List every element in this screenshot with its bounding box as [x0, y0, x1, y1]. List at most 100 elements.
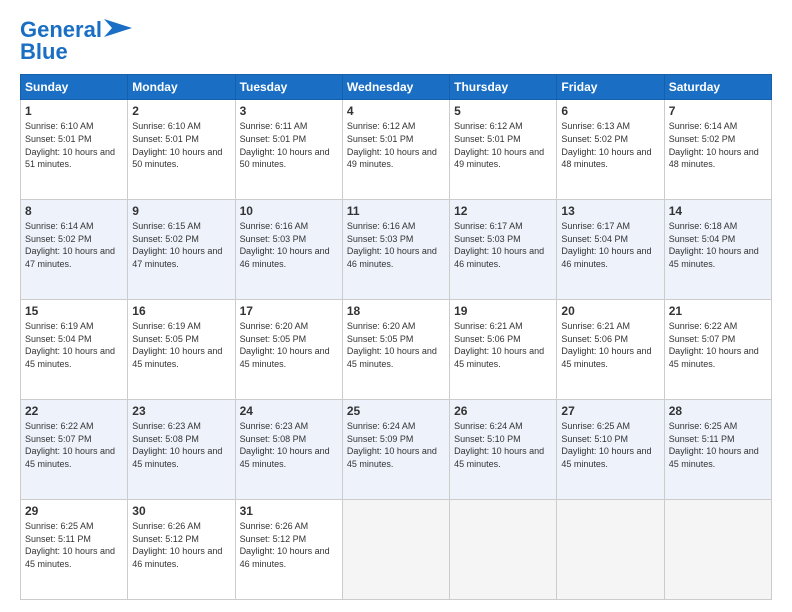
calendar-cell: 23 Sunrise: 6:23 AMSunset: 5:08 PMDaylig… — [128, 400, 235, 500]
calendar-cell: 2 Sunrise: 6:10 AMSunset: 5:01 PMDayligh… — [128, 100, 235, 200]
day-number: 30 — [132, 504, 230, 518]
day-number: 7 — [669, 104, 767, 118]
weekday-header: Friday — [557, 75, 664, 100]
weekday-header: Saturday — [664, 75, 771, 100]
day-info: Sunrise: 6:17 AMSunset: 5:03 PMDaylight:… — [454, 221, 544, 269]
day-info: Sunrise: 6:14 AMSunset: 5:02 PMDaylight:… — [25, 221, 115, 269]
day-number: 13 — [561, 204, 659, 218]
calendar-cell: 1 Sunrise: 6:10 AMSunset: 5:01 PMDayligh… — [21, 100, 128, 200]
day-number: 26 — [454, 404, 552, 418]
calendar-cell: 15 Sunrise: 6:19 AMSunset: 5:04 PMDaylig… — [21, 300, 128, 400]
day-info: Sunrise: 6:23 AMSunset: 5:08 PMDaylight:… — [132, 421, 222, 469]
calendar-cell: 31 Sunrise: 6:26 AMSunset: 5:12 PMDaylig… — [235, 500, 342, 600]
calendar-cell: 30 Sunrise: 6:26 AMSunset: 5:12 PMDaylig… — [128, 500, 235, 600]
calendar-cell — [664, 500, 771, 600]
logo-arrow-icon — [104, 19, 132, 37]
day-number: 31 — [240, 504, 338, 518]
day-number: 9 — [132, 204, 230, 218]
day-info: Sunrise: 6:24 AMSunset: 5:09 PMDaylight:… — [347, 421, 437, 469]
calendar-cell: 17 Sunrise: 6:20 AMSunset: 5:05 PMDaylig… — [235, 300, 342, 400]
calendar-week-row: 15 Sunrise: 6:19 AMSunset: 5:04 PMDaylig… — [21, 300, 772, 400]
calendar-cell: 9 Sunrise: 6:15 AMSunset: 5:02 PMDayligh… — [128, 200, 235, 300]
day-info: Sunrise: 6:19 AMSunset: 5:05 PMDaylight:… — [132, 321, 222, 369]
calendar-cell: 25 Sunrise: 6:24 AMSunset: 5:09 PMDaylig… — [342, 400, 449, 500]
day-info: Sunrise: 6:19 AMSunset: 5:04 PMDaylight:… — [25, 321, 115, 369]
day-info: Sunrise: 6:12 AMSunset: 5:01 PMDaylight:… — [347, 121, 437, 169]
weekday-header: Sunday — [21, 75, 128, 100]
calendar-cell: 24 Sunrise: 6:23 AMSunset: 5:08 PMDaylig… — [235, 400, 342, 500]
day-info: Sunrise: 6:11 AMSunset: 5:01 PMDaylight:… — [240, 121, 330, 169]
day-number: 11 — [347, 204, 445, 218]
weekday-header: Monday — [128, 75, 235, 100]
day-number: 25 — [347, 404, 445, 418]
day-info: Sunrise: 6:21 AMSunset: 5:06 PMDaylight:… — [561, 321, 651, 369]
day-info: Sunrise: 6:25 AMSunset: 5:11 PMDaylight:… — [669, 421, 759, 469]
day-number: 29 — [25, 504, 123, 518]
calendar-cell: 11 Sunrise: 6:16 AMSunset: 5:03 PMDaylig… — [342, 200, 449, 300]
calendar-cell — [557, 500, 664, 600]
calendar-week-row: 29 Sunrise: 6:25 AMSunset: 5:11 PMDaylig… — [21, 500, 772, 600]
day-number: 16 — [132, 304, 230, 318]
day-number: 15 — [25, 304, 123, 318]
day-number: 28 — [669, 404, 767, 418]
calendar-cell: 16 Sunrise: 6:19 AMSunset: 5:05 PMDaylig… — [128, 300, 235, 400]
logo-blue-text: Blue — [20, 39, 68, 64]
day-number: 18 — [347, 304, 445, 318]
logo-blue: Blue — [20, 40, 68, 64]
calendar-cell — [342, 500, 449, 600]
day-number: 24 — [240, 404, 338, 418]
day-number: 22 — [25, 404, 123, 418]
day-info: Sunrise: 6:15 AMSunset: 5:02 PMDaylight:… — [132, 221, 222, 269]
day-info: Sunrise: 6:10 AMSunset: 5:01 PMDaylight:… — [132, 121, 222, 169]
weekday-header: Tuesday — [235, 75, 342, 100]
day-number: 8 — [25, 204, 123, 218]
page: General Blue SundayMondayTuesdayWednesda… — [0, 0, 792, 612]
day-number: 2 — [132, 104, 230, 118]
calendar-cell: 26 Sunrise: 6:24 AMSunset: 5:10 PMDaylig… — [450, 400, 557, 500]
day-number: 27 — [561, 404, 659, 418]
calendar-cell: 18 Sunrise: 6:20 AMSunset: 5:05 PMDaylig… — [342, 300, 449, 400]
calendar-cell: 19 Sunrise: 6:21 AMSunset: 5:06 PMDaylig… — [450, 300, 557, 400]
day-info: Sunrise: 6:22 AMSunset: 5:07 PMDaylight:… — [25, 421, 115, 469]
calendar-cell: 7 Sunrise: 6:14 AMSunset: 5:02 PMDayligh… — [664, 100, 771, 200]
day-info: Sunrise: 6:13 AMSunset: 5:02 PMDaylight:… — [561, 121, 651, 169]
calendar-cell: 12 Sunrise: 6:17 AMSunset: 5:03 PMDaylig… — [450, 200, 557, 300]
calendar-cell: 13 Sunrise: 6:17 AMSunset: 5:04 PMDaylig… — [557, 200, 664, 300]
calendar-cell — [450, 500, 557, 600]
day-info: Sunrise: 6:23 AMSunset: 5:08 PMDaylight:… — [240, 421, 330, 469]
day-info: Sunrise: 6:24 AMSunset: 5:10 PMDaylight:… — [454, 421, 544, 469]
header: General Blue — [20, 18, 772, 64]
weekday-header: Wednesday — [342, 75, 449, 100]
day-number: 4 — [347, 104, 445, 118]
day-info: Sunrise: 6:25 AMSunset: 5:10 PMDaylight:… — [561, 421, 651, 469]
day-info: Sunrise: 6:25 AMSunset: 5:11 PMDaylight:… — [25, 521, 115, 569]
day-info: Sunrise: 6:21 AMSunset: 5:06 PMDaylight:… — [454, 321, 544, 369]
day-info: Sunrise: 6:12 AMSunset: 5:01 PMDaylight:… — [454, 121, 544, 169]
calendar-cell: 20 Sunrise: 6:21 AMSunset: 5:06 PMDaylig… — [557, 300, 664, 400]
day-info: Sunrise: 6:16 AMSunset: 5:03 PMDaylight:… — [240, 221, 330, 269]
header-row: SundayMondayTuesdayWednesdayThursdayFrid… — [21, 75, 772, 100]
day-info: Sunrise: 6:17 AMSunset: 5:04 PMDaylight:… — [561, 221, 651, 269]
day-number: 21 — [669, 304, 767, 318]
calendar-cell: 29 Sunrise: 6:25 AMSunset: 5:11 PMDaylig… — [21, 500, 128, 600]
day-number: 23 — [132, 404, 230, 418]
day-info: Sunrise: 6:20 AMSunset: 5:05 PMDaylight:… — [347, 321, 437, 369]
calendar-table: SundayMondayTuesdayWednesdayThursdayFrid… — [20, 74, 772, 600]
calendar-cell: 27 Sunrise: 6:25 AMSunset: 5:10 PMDaylig… — [557, 400, 664, 500]
day-number: 19 — [454, 304, 552, 318]
calendar-cell: 8 Sunrise: 6:14 AMSunset: 5:02 PMDayligh… — [21, 200, 128, 300]
day-number: 17 — [240, 304, 338, 318]
calendar-cell: 4 Sunrise: 6:12 AMSunset: 5:01 PMDayligh… — [342, 100, 449, 200]
day-number: 10 — [240, 204, 338, 218]
calendar-cell: 3 Sunrise: 6:11 AMSunset: 5:01 PMDayligh… — [235, 100, 342, 200]
day-info: Sunrise: 6:22 AMSunset: 5:07 PMDaylight:… — [669, 321, 759, 369]
day-number: 3 — [240, 104, 338, 118]
calendar-cell: 5 Sunrise: 6:12 AMSunset: 5:01 PMDayligh… — [450, 100, 557, 200]
day-number: 5 — [454, 104, 552, 118]
calendar-week-row: 1 Sunrise: 6:10 AMSunset: 5:01 PMDayligh… — [21, 100, 772, 200]
day-number: 20 — [561, 304, 659, 318]
day-info: Sunrise: 6:10 AMSunset: 5:01 PMDaylight:… — [25, 121, 115, 169]
calendar-week-row: 8 Sunrise: 6:14 AMSunset: 5:02 PMDayligh… — [21, 200, 772, 300]
weekday-header: Thursday — [450, 75, 557, 100]
logo: General Blue — [20, 18, 132, 64]
